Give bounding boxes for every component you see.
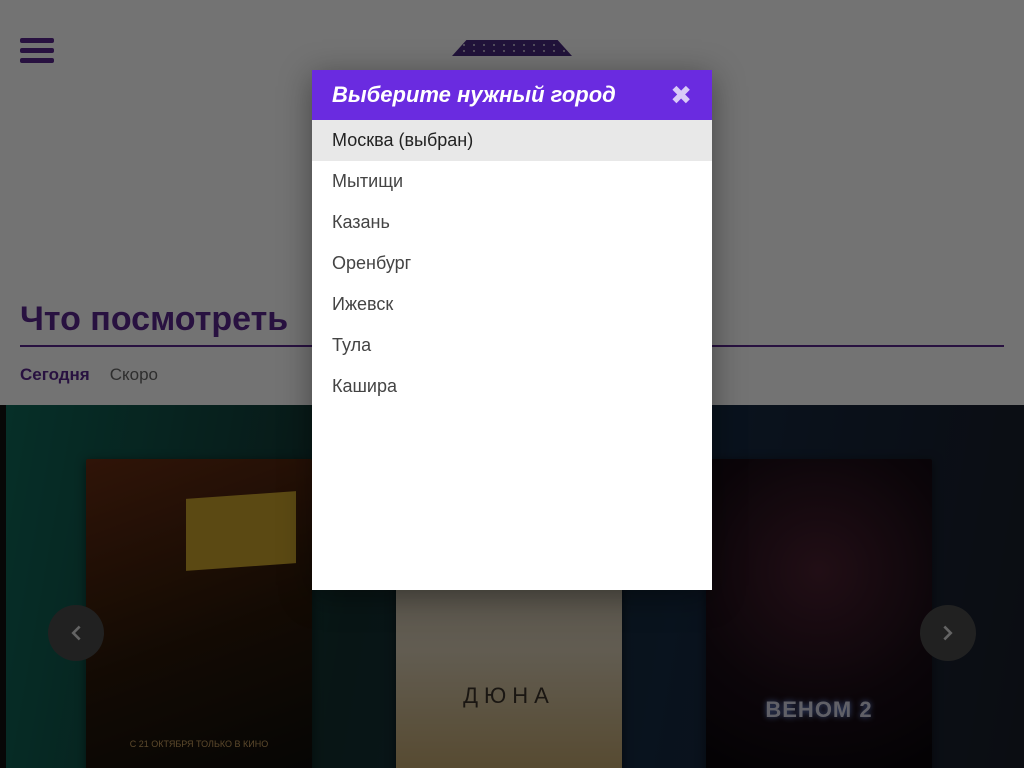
city-option[interactable]: Оренбург xyxy=(312,243,712,284)
city-option[interactable]: Кашира xyxy=(312,366,712,407)
city-option[interactable]: Тула xyxy=(312,325,712,366)
city-option[interactable]: Мытищи xyxy=(312,161,712,202)
city-option[interactable]: Москва (выбран) xyxy=(312,120,712,161)
modal-header: Выберите нужный город ✖ xyxy=(312,70,712,120)
city-option[interactable]: Ижевск xyxy=(312,284,712,325)
city-option[interactable]: Казань xyxy=(312,202,712,243)
modal-title: Выберите нужный город xyxy=(332,82,616,108)
close-icon[interactable]: ✖ xyxy=(670,82,692,108)
city-select-modal: Выберите нужный город ✖ Москва (выбран) … xyxy=(312,70,712,590)
city-list: Москва (выбран) Мытищи Казань Оренбург И… xyxy=(312,120,712,590)
